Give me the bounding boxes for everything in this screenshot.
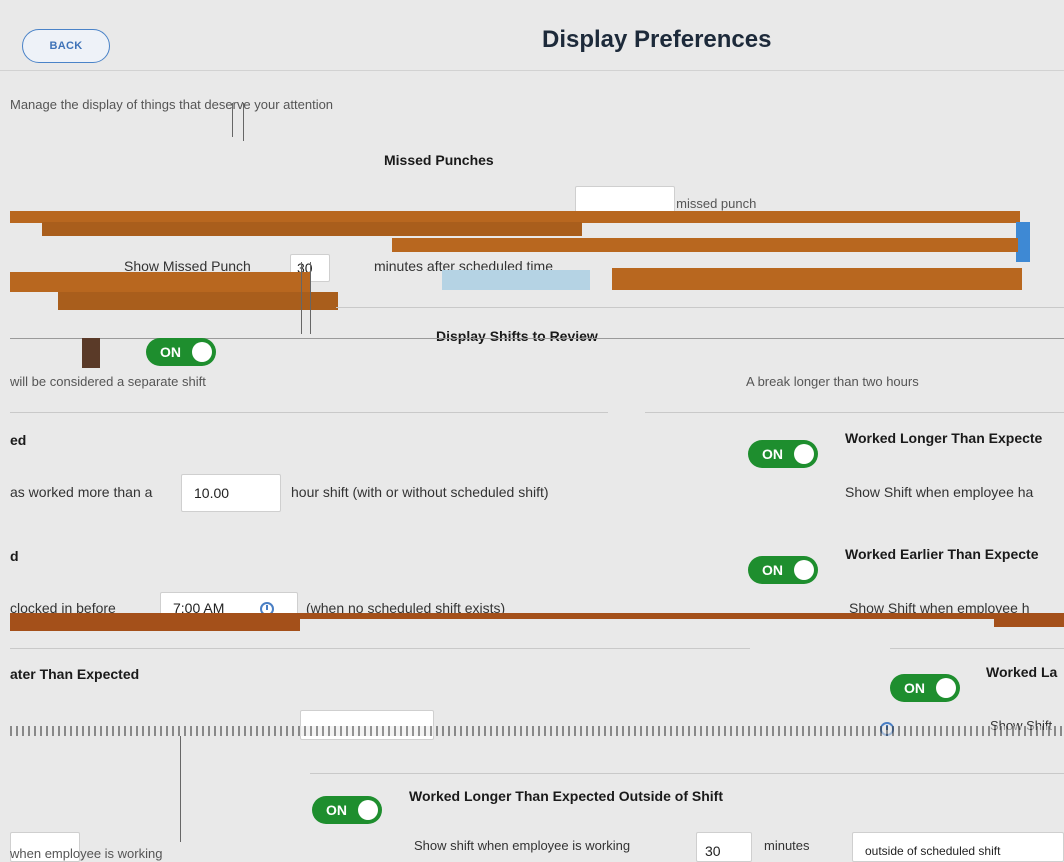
glitch-line xyxy=(243,103,244,141)
break-note-right: A break longer than two hours xyxy=(746,374,919,389)
missed-punches-divider xyxy=(336,307,1064,308)
glitch-bar xyxy=(612,268,1022,290)
worked-later-left-title: ater Than Expected xyxy=(10,666,140,682)
outside-shift-select[interactable]: outside of scheduled shift xyxy=(852,832,1064,862)
back-button[interactable]: BACK xyxy=(22,29,110,63)
outside-shift-bottom-left: when employee is working xyxy=(10,846,163,861)
outside-shift-toggle[interactable]: ON xyxy=(312,796,382,824)
worked-later-right-title: Worked La xyxy=(986,664,1058,680)
glitch-bar xyxy=(10,272,310,292)
worked-longer-left-desc: as worked more than a xyxy=(10,484,153,500)
outside-shift-minutes-label: minutes xyxy=(764,838,810,853)
worked-longer-right-desc: Show Shift when employee ha xyxy=(845,484,1034,500)
missed-punches-heading: Missed Punches xyxy=(384,152,494,168)
glitch-bar xyxy=(82,338,100,368)
shifts-review-heading: Display Shifts to Review xyxy=(436,328,598,344)
display-shifts-toggle[interactable]: ON xyxy=(146,338,216,366)
hour-shift-input[interactable]: 10.00 xyxy=(181,474,281,512)
section-divider xyxy=(310,773,1064,774)
glitch-bar xyxy=(392,238,1018,252)
glitch-line xyxy=(180,736,181,842)
glitch-bar xyxy=(42,222,582,236)
glitch-bar xyxy=(10,726,1064,736)
worked-longer-left-suffix: hour shift (with or without scheduled sh… xyxy=(291,484,549,500)
glitch-bar xyxy=(1016,222,1030,262)
glitch-bar xyxy=(994,619,1064,627)
worked-earlier-right-title: Worked Earlier Than Expecte xyxy=(845,546,1039,562)
section-divider xyxy=(890,648,1064,649)
section-divider xyxy=(10,648,750,649)
worked-longer-toggle[interactable]: ON xyxy=(748,440,818,468)
outside-shift-desc: Show shift when employee is working xyxy=(414,838,631,853)
worked-longer-right-title: Worked Longer Than Expecte xyxy=(845,430,1043,446)
section-divider xyxy=(10,412,608,413)
glitch-line xyxy=(232,103,233,137)
outside-shift-title: Worked Longer Than Expected Outside of S… xyxy=(409,788,723,804)
break-note-left: will be considered a separate shift xyxy=(10,374,206,389)
page-title: Display Preferences xyxy=(542,26,772,53)
glitch-bar xyxy=(442,270,590,290)
worked-longer-left-title: ed xyxy=(10,432,27,448)
glitch-line xyxy=(310,262,311,334)
section-divider xyxy=(645,412,1064,413)
intro-text: Manage the display of things that deserv… xyxy=(10,97,334,112)
glitch-bar xyxy=(58,292,338,310)
worked-earlier-left-title: d xyxy=(10,548,19,564)
glitch-bar xyxy=(10,619,300,631)
glitch-line xyxy=(301,262,302,334)
worked-later-toggle[interactable]: ON xyxy=(890,674,960,702)
worked-earlier-toggle[interactable]: ON xyxy=(748,556,818,584)
header-divider xyxy=(0,70,1064,71)
outside-shift-minutes-input[interactable]: 30 xyxy=(696,832,752,862)
